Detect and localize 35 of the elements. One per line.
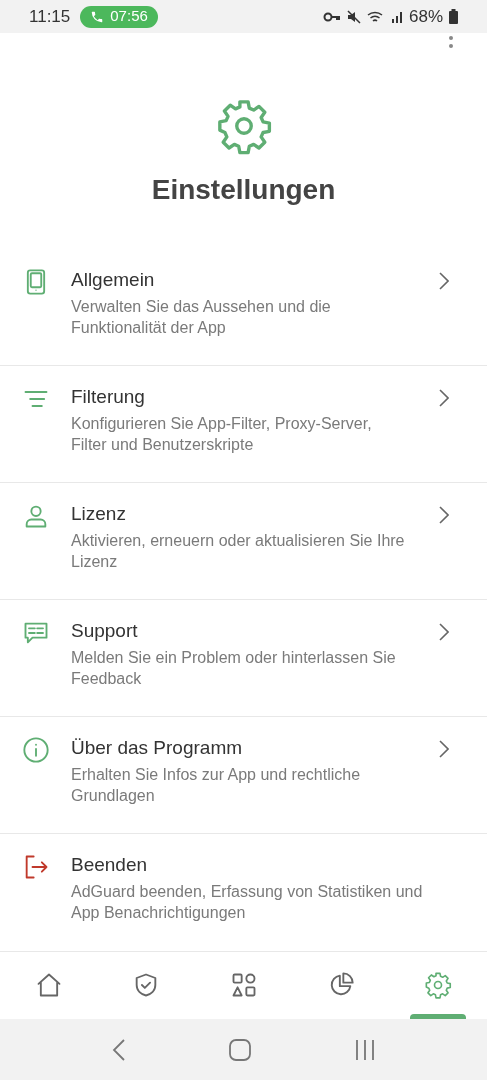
- item-title: Beenden: [71, 853, 149, 878]
- item-description: Aktivieren, erneuern oder aktualisieren Sie Ihre Lizenz: [71, 531, 406, 573]
- item-title: Über das Programm: [71, 736, 244, 761]
- battery-percentage: 68%: [408, 5, 443, 28]
- more-options-icon[interactable]: [448, 35, 454, 50]
- settings-item[interactable]: Allgemein Verwalten Sie das Aussehen und die Funktionalität der App: [0, 249, 487, 367]
- recent-apps-icon[interactable]: [355, 1039, 376, 1060]
- item-description: Erhalten Sie Infos zur App und rechtliche Grundlagen: [71, 765, 362, 807]
- call-timer-badge: 07:56: [80, 5, 158, 28]
- item-description: Verwalten Sie das Aussehen und die Funktionalität der App: [71, 297, 332, 339]
- mute-icon: [346, 9, 361, 24]
- item-description: Melden Sie ein Problem oder hinterlassen Sie Feedback: [71, 648, 397, 690]
- item-title: Lizenz: [71, 502, 127, 527]
- status-time: 11:15: [29, 5, 71, 28]
- item-title: Allgemein: [71, 268, 156, 293]
- settings-item[interactable]: Support Melden Sie ein Problem oder hinterlassen Sie Feedback: [0, 600, 487, 718]
- settings-item[interactable]: Filterung Konfigurieren Sie App-Filter, Proxy-Server, Filter und Benutzerskripte: [0, 366, 487, 484]
- settings-item[interactable]: Lizenz Aktivieren, erneuern oder aktualisieren Sie Ihre Lizenz: [0, 483, 487, 601]
- settings-item[interactable]: Über das Programm Erhalten Sie Infos zur App und rechtliche Grundlagen: [0, 717, 487, 835]
- item-title: Filterung: [71, 385, 146, 410]
- signal-icon: [390, 10, 403, 23]
- info-icon: [22, 736, 50, 765]
- phone-call-icon: [90, 9, 105, 24]
- home-button-icon[interactable]: [229, 1038, 252, 1061]
- back-icon[interactable]: [111, 1038, 126, 1061]
- settings-item[interactable]: Beenden AdGuard beenden, Erfassung von Statistiken und App Benachrichtigungen: [0, 834, 487, 952]
- wifi-icon: [366, 9, 385, 24]
- battery-icon: [449, 9, 458, 25]
- settings-icon: [424, 971, 453, 1000]
- item-description: Konfigurieren Sie App-Filter, Proxy-Server, Filter und Benutzerskripte: [71, 414, 373, 456]
- page-title: Einstellungen: [151, 173, 336, 208]
- item-title: Support: [71, 619, 139, 644]
- item-description: AdGuard beenden, Erfassung von Statistiken und App Benachrichtigungen: [71, 882, 424, 924]
- selected-tab-indicator: [410, 1014, 467, 1020]
- key-icon: [322, 10, 341, 23]
